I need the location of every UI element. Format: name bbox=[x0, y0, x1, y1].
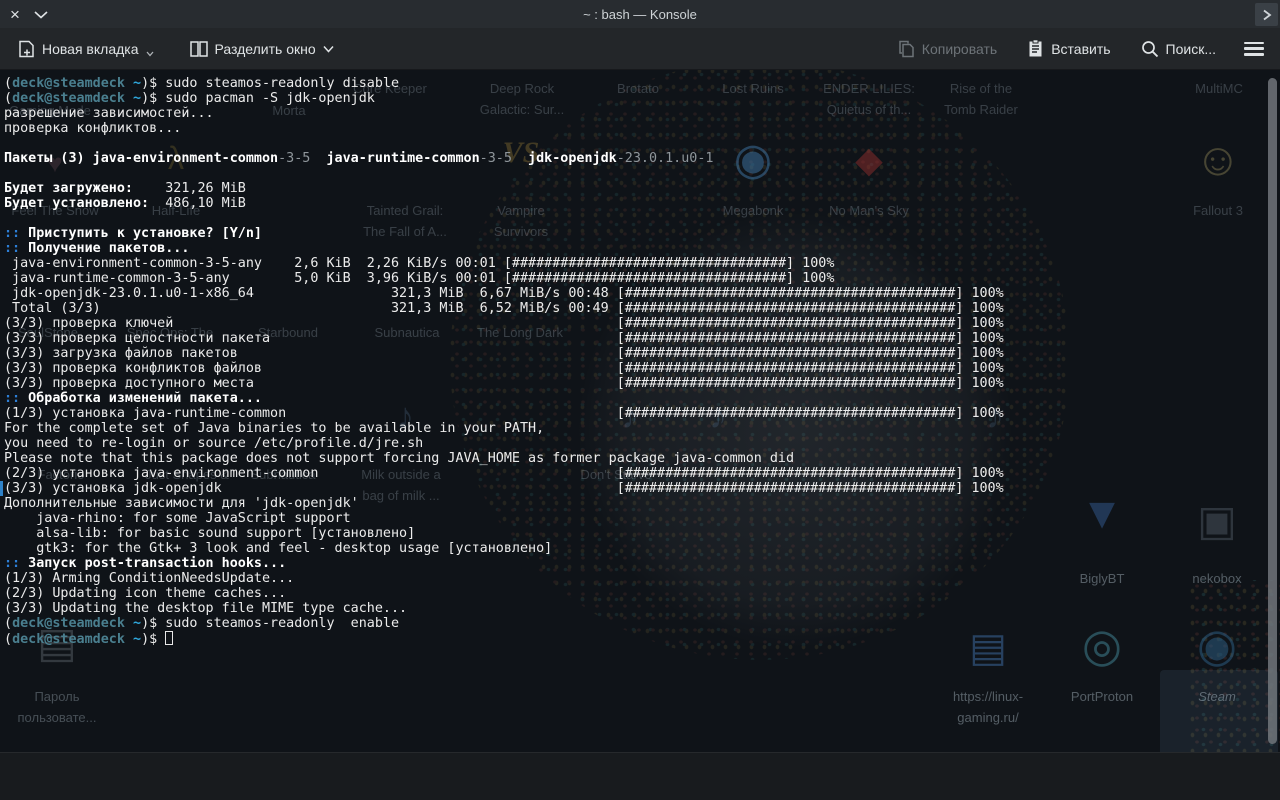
terminal-line bbox=[4, 211, 1276, 226]
new-tab-icon bbox=[18, 40, 35, 58]
terminal-line: (3/3) проверка ключей [#################… bbox=[4, 316, 1276, 331]
terminal-line: (deck@steamdeck ~)$ sudo steamos-readonl… bbox=[4, 76, 1276, 91]
terminal-line: проверка конфликтов... bbox=[4, 121, 1276, 136]
terminal-line: (3/3) проверка целостности пакета [#####… bbox=[4, 331, 1276, 346]
terminal-line: jdk-openjdk-23.0.1.u0-1-x86_64 321,3 MiB… bbox=[4, 286, 1276, 301]
terminal-line: :: Обработка изменений пакета... bbox=[4, 391, 1276, 406]
terminal-line: разрешение зависимостей... bbox=[4, 106, 1276, 121]
split-window-icon bbox=[190, 41, 208, 57]
terminal-line: java-runtime-common-3-5-any 5,0 KiB 3,96… bbox=[4, 271, 1276, 286]
chevron-down-icon bbox=[323, 45, 334, 53]
terminal-line: :: Приступить к установке? [Y/n] bbox=[4, 226, 1276, 241]
terminal-line: (3/3) установка jdk-openjdk [###########… bbox=[4, 481, 1276, 496]
terminal-line-marker bbox=[0, 481, 3, 496]
terminal-line: :: Получение пакетов... bbox=[4, 241, 1276, 256]
terminal-output[interactable]: (deck@steamdeck ~)$ sudo steamos-readonl… bbox=[0, 70, 1280, 752]
terminal-line: (deck@steamdeck ~)$ sudo steamos-readonl… bbox=[4, 616, 1276, 631]
split-window-button[interactable]: Разделить окно bbox=[182, 35, 342, 63]
terminal-line: (deck@steamdeck ~)$ bbox=[4, 631, 1276, 646]
konsole-toolbar: Новая вкладка Разделить окно Копировать … bbox=[0, 28, 1280, 70]
copy-button[interactable]: Копировать bbox=[890, 34, 1005, 64]
taskbar-panel: > bbox=[0, 752, 1280, 800]
window-title: ~ : bash — Konsole bbox=[0, 0, 1280, 28]
chevron-down-icon bbox=[146, 51, 154, 57]
chevron-right-icon bbox=[1262, 9, 1272, 21]
new-tab-label: Новая вкладка bbox=[42, 41, 139, 57]
panel-edit-button[interactable] bbox=[1255, 3, 1278, 26]
terminal-line: (1/3) установка java-runtime-common [###… bbox=[4, 406, 1276, 421]
terminal-line: java-environment-common-3-5-any 2,6 KiB … bbox=[4, 256, 1276, 271]
terminal-line: Будет установлено: 486,10 MiB bbox=[4, 196, 1276, 211]
terminal-line: (3/3) проверка доступного места [#######… bbox=[4, 376, 1276, 391]
terminal-line: :: Запуск post-transaction hooks... bbox=[4, 556, 1276, 571]
copy-icon bbox=[898, 40, 915, 58]
split-window-label: Разделить окно bbox=[215, 41, 316, 57]
paste-button[interactable]: Вставить bbox=[1019, 33, 1118, 64]
search-icon bbox=[1141, 40, 1159, 58]
terminal-line: (2/3) установка java-environment-common … bbox=[4, 466, 1276, 481]
terminal-line: Total (3/3) 321,3 MiB 6,52 MiB/s 00:49 [… bbox=[4, 301, 1276, 316]
terminal-line bbox=[4, 136, 1276, 151]
terminal-line: gtk3: for the Gtk+ 3 look and feel - des… bbox=[4, 541, 1276, 556]
terminal-line: java-rhino: for some JavaScript support bbox=[4, 511, 1276, 526]
menu-icon[interactable] bbox=[1244, 42, 1264, 56]
terminal-line: Please note that this package does not s… bbox=[4, 451, 1276, 466]
terminal-line: (1/3) Arming ConditionNeedsUpdate... bbox=[4, 571, 1276, 586]
terminal-line: Пакеты (3) java-environment-common-3-5 j… bbox=[4, 151, 1276, 166]
terminal-viewport[interactable]: Gaming ModeMortaCore KeeperDeep RockGala… bbox=[0, 70, 1280, 752]
terminal-line bbox=[4, 166, 1276, 181]
terminal-line: For the complete set of Java binaries to… bbox=[4, 421, 1276, 436]
paste-label: Вставить bbox=[1051, 41, 1110, 57]
terminal-line: (2/3) Updating icon theme caches... bbox=[4, 586, 1276, 601]
new-tab-button[interactable]: Новая вкладка bbox=[10, 34, 162, 64]
terminal-line: Будет загружено: 321,26 MiB bbox=[4, 181, 1276, 196]
terminal-line: you need to re-login or source /etc/prof… bbox=[4, 436, 1276, 451]
terminal-line: (3/3) Updating the desktop file MIME typ… bbox=[4, 601, 1276, 616]
terminal-line: alsa-lib: for basic sound support [устан… bbox=[4, 526, 1276, 541]
search-label: Поиск... bbox=[1166, 41, 1216, 57]
terminal-line: (3/3) проверка конфликтов файлов [######… bbox=[4, 361, 1276, 376]
terminal-line: (deck@steamdeck ~)$ sudo pacman -S jdk-o… bbox=[4, 91, 1276, 106]
terminal-line: Дополнительные зависимости для 'jdk-open… bbox=[4, 496, 1276, 511]
paste-icon bbox=[1027, 39, 1044, 58]
screen: × ~ : bash — Konsole Новая вкладка Разде… bbox=[0, 0, 1280, 800]
search-button[interactable]: Поиск... bbox=[1133, 34, 1224, 64]
window-titlebar: × ~ : bash — Konsole bbox=[0, 0, 1280, 28]
copy-label: Копировать bbox=[922, 41, 997, 57]
terminal-scrollbar[interactable] bbox=[1268, 78, 1277, 744]
terminal-line: (3/3) загрузка файлов пакетов [#########… bbox=[4, 346, 1276, 361]
